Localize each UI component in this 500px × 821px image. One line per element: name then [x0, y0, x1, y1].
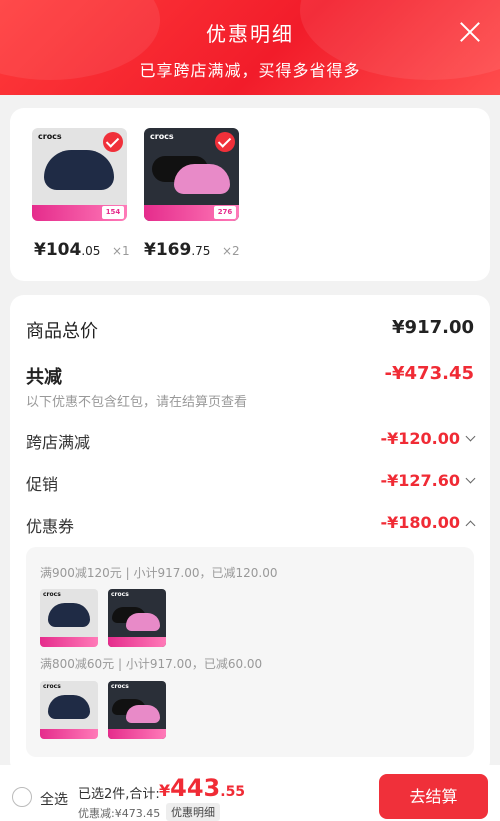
checkout-button[interactable]: 去结算 [379, 774, 488, 819]
reduce-value: -¥473.45 [384, 363, 474, 384]
discount-label: 优惠券 [26, 517, 75, 536]
amount-decimal: .55 [220, 784, 246, 800]
brand-label: crocs [111, 591, 129, 598]
discount-label: 跨店满减 [26, 433, 91, 452]
total-label: 商品总价 [26, 321, 98, 342]
price-tag: 154 [102, 206, 124, 219]
header: 优惠明细 已享跨店满减，买得多省得多 [0, 0, 500, 95]
summary-card: 商品总价 ¥917.00 共减 -¥473.45 以下优惠不包含红包，请在结算页… [10, 295, 490, 775]
shoe-graphic [174, 164, 230, 194]
reduce-row: 共减 -¥473.45 [26, 363, 474, 388]
chevron-up-icon[interactable] [465, 520, 476, 531]
brand-label: crocs [111, 683, 129, 690]
discount-row-promotion[interactable]: 促销 -¥127.60 [26, 471, 476, 494]
discount-value: -¥127.60 [380, 471, 460, 490]
total-row: 商品总价 ¥917.00 [26, 317, 474, 342]
checkmark-icon[interactable] [215, 132, 235, 152]
brand-label: crocs [43, 683, 61, 690]
coupon-rule-text: 满800减60元 | 小计917.00，已减60.00 [40, 657, 263, 671]
discount-detail-button[interactable]: 优惠明细 [166, 803, 220, 821]
brand-label: crocs [38, 132, 62, 141]
product-price: ¥104.05 [34, 240, 100, 260]
promo-stripe [40, 637, 98, 647]
promo-stripe [108, 637, 166, 647]
total-amount: ¥443.55 [159, 774, 245, 802]
page-subtitle: 已享跨店满减，买得多省得多 [139, 61, 361, 80]
discount-note: 以下优惠不包含红包，请在结算页查看 [26, 395, 248, 410]
shoe-graphic [44, 150, 114, 190]
page-title: 优惠明细 [206, 22, 294, 46]
checkmark-icon[interactable] [103, 132, 123, 152]
total-value: ¥917.00 [392, 317, 474, 338]
discount-row-coupon[interactable]: 优惠券 -¥180.00 [26, 513, 476, 536]
product-card: crocs 154 ¥104.05 ×1 crocs 276 ¥169.75 ×… [10, 108, 490, 281]
coupon-product-thumb: crocs [108, 681, 166, 739]
product-price: ¥169.75 [144, 240, 210, 260]
price-decimal: .05 [81, 244, 101, 258]
coupon-rule-text: 满900减120元 | 小计917.00，已减120.00 [40, 566, 278, 580]
coupon-product-thumb: crocs [40, 681, 98, 739]
coupon-product-thumb: crocs [40, 589, 98, 647]
discount-label: 促销 [26, 475, 59, 494]
brand-label: crocs [43, 591, 61, 598]
price-integer: ¥169 [144, 240, 192, 260]
shoe-graphic [48, 603, 90, 627]
shoe-graphic [48, 695, 90, 719]
chevron-down-icon[interactable] [465, 431, 476, 442]
coupon-detail-panel: 满900减120元 | 小计917.00，已减120.00 crocs croc… [26, 547, 474, 757]
select-all-checkbox[interactable] [12, 787, 32, 807]
product-image[interactable]: crocs 154 [32, 128, 127, 221]
bottom-bar: 全选 已选2件,合计: ¥443.55 优惠减:¥473.45 优惠明细 去结算 [0, 765, 500, 821]
saved-amount: 优惠减:¥473.45 [78, 807, 161, 820]
promo-stripe [108, 729, 166, 739]
discount-value: -¥120.00 [380, 429, 460, 448]
product-item[interactable]: crocs 154 [32, 128, 127, 221]
promo-stripe [40, 729, 98, 739]
price-integer: ¥104 [34, 240, 82, 260]
product-quantity: ×1 [112, 244, 130, 258]
amount-integer: 443 [170, 774, 221, 802]
shoe-graphic [126, 705, 160, 723]
coupon-product-thumb: crocs [108, 589, 166, 647]
product-quantity: ×2 [222, 244, 240, 258]
discount-row-cross-store[interactable]: 跨店满减 -¥120.00 [26, 429, 476, 452]
product-image[interactable]: crocs 276 [144, 128, 239, 221]
reduce-label: 共减 [26, 367, 62, 388]
close-icon[interactable] [458, 20, 482, 44]
chevron-down-icon[interactable] [465, 473, 476, 484]
shoe-graphic [126, 613, 160, 631]
selected-info: 已选2件,合计: [78, 787, 160, 802]
product-item[interactable]: crocs 276 [144, 128, 239, 221]
amount-currency: ¥ [159, 781, 171, 800]
price-decimal: .75 [191, 244, 211, 258]
brand-label: crocs [150, 132, 174, 141]
price-tag: 276 [214, 206, 236, 219]
select-all-label[interactable]: 全选 [40, 789, 68, 809]
discount-value: -¥180.00 [380, 513, 460, 532]
